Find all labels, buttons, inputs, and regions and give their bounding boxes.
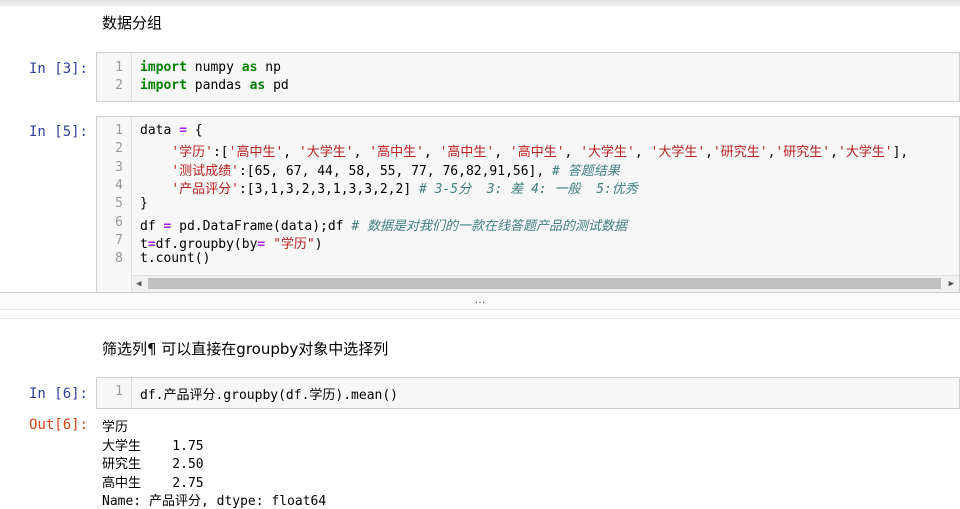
scrollbar-thumb[interactable] [148,278,941,289]
line-number: 3 [115,159,123,175]
code-token: '高中生' [509,145,565,161]
code-token: '研究生' [712,145,768,161]
notebook-top-shadow [0,0,960,7]
code-token: '产品评分' [171,181,239,197]
code-line[interactable]: df = pd.DataFrame(data);df # 数据是对我们的一款在线… [140,215,627,234]
code-line[interactable]: '测试成绩':[65, 67, 44, 58, 55, 77, 76,82,91… [140,160,620,179]
code-token: t.count() [140,251,211,267]
code-line[interactable]: t=df.groupby(by= "学历") [140,233,323,252]
code-token: , [830,145,838,161]
code-token: '高中生' [228,145,284,161]
code-line[interactable]: '学历':['高中生', '大学生', '高中生', '高中生', '高中生',… [140,141,908,160]
code-token: as [249,78,266,94]
line-number: 6 [115,214,123,230]
markdown-heading-select-columns[interactable]: 筛选列¶ 可以直接在groupby对象中选择列 [102,338,388,359]
code-token: '测试成绩' [171,163,239,179]
code-token: , [634,145,651,161]
line-number: 5 [115,196,123,212]
horizontal-scrollbar[interactable]: ◀ ▶ [132,275,959,292]
code-token: :[65, 67, 44, 58, 55, 77, 76,82,91,56], [238,163,553,179]
code-token: , [283,145,299,161]
output-line: Name: 产品评分, dtype: float64 [102,494,327,509]
code-token: { [186,123,203,138]
code-token: , [423,145,440,161]
output-prompt-6: Out[6]: [28,417,88,433]
code-line[interactable]: df.产品评分.groupby(df.学历).mean() [140,384,398,403]
code-token: '大学生' [298,145,354,161]
code-token: :[3,1,3,2,3,1,3,3,2,2] [238,181,419,197]
line-number: 2 [115,141,123,157]
code-token: '研究生' [775,145,831,161]
line-number: 8 [115,251,123,267]
line-number: 1 [115,123,123,138]
code-line[interactable]: t.count() [140,251,210,266]
code-token: import [140,78,187,94]
output-line: 研究生 2.50 [102,457,204,472]
code-token: '大学生' [580,145,635,161]
output-line: 大学生 1.75 [102,438,204,454]
code-line[interactable]: data = { [140,123,203,138]
code-token: # 答题结果 [552,163,620,179]
code-token: } [140,196,148,212]
code-line[interactable]: '产品评分':[3,1,3,2,3,1,3,3,2,2] # 3-5分 3: 差… [140,178,638,197]
code-token: import [140,60,187,75]
code-token: , [564,145,581,161]
code-cell-3[interactable]: 1 2 import numpy as np import pandas as pd [96,52,960,102]
code-token: = [147,236,156,252]
code-token: '学历' [171,145,213,161]
line-number: 1 [115,384,123,399]
code-token: , [705,145,713,161]
code-token: :[ [212,145,229,161]
code-token: np [257,60,281,75]
code-token: "学历" [273,236,315,252]
scroll-left-arrow-icon[interactable]: ◀ [136,276,141,292]
code-token: t [140,236,148,252]
code-token: ) [314,236,323,252]
code-cell-6[interactable]: 1 df.产品评分.groupby(df.学历).mean() [96,377,960,409]
output-line: 学历 [102,420,129,435]
cell-separator [0,318,960,319]
code-token: , [494,145,510,161]
code-line[interactable]: import numpy as np [140,60,281,75]
line-number: 7 [115,232,123,248]
code-token: pd [265,78,289,94]
output-line: 高中生 2.75 [102,475,204,491]
code-token: # 3-5分 3: 差 4: 一般 5:优秀 [418,181,638,197]
line-number: 1 [115,60,123,75]
code-token: '大学生' [650,145,706,161]
input-prompt-6: In [6]: [28,386,88,402]
input-prompt-3: In [3]: [28,61,88,77]
code-token: '高中生' [439,145,495,161]
input-prompt-5: In [5]: [28,124,88,140]
scroll-right-arrow-icon[interactable]: ▶ [949,276,954,292]
code-token: ], [892,145,909,161]
code-line[interactable]: } [140,196,148,211]
line-number: 2 [115,78,123,94]
code-token: as [241,60,258,75]
code-token: df [140,218,164,234]
code-token: , [353,145,370,161]
code-token: pandas [186,78,250,94]
code-token: # 数据是对我们的一款在线答题产品的测试数据 [351,218,627,234]
code-cell-5[interactable]: ◀ ▶ 1 2 3 4 5 6 7 8 data = { '学历':['高中生', '大学生',… [96,116,960,293]
code-token: '大学生' [837,145,893,161]
markdown-heading-data-grouping[interactable]: 数据分组 [102,12,162,33]
code-token: data [140,123,180,138]
line-number: 4 [115,177,123,193]
code-token: = [179,123,187,138]
code-token: df.产品评分.groupby(df.学历).mean() [140,388,399,403]
code-line[interactable]: import pandas as pd [140,78,289,93]
collapsed-output-toggle[interactable]: ... [0,292,960,310]
code-token: df.groupby(by [155,236,258,252]
code-token: numpy [186,60,242,75]
code-token: pd.DataFrame(data);df [171,218,352,234]
code-token: '高中生' [369,145,424,161]
